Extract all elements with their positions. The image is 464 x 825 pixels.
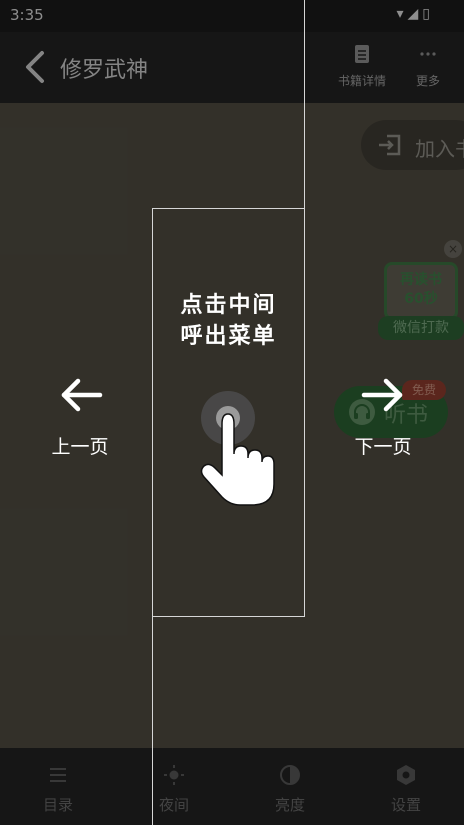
center-hint: 点击中间 呼出菜单	[152, 290, 305, 352]
guide-line-bottom	[152, 617, 153, 825]
left-arrow-icon	[61, 378, 103, 412]
center-hint-line1: 点击中间	[180, 293, 277, 318]
center-hint-line2: 呼出菜单	[180, 324, 277, 349]
prev-page-label: 上一页	[51, 436, 109, 458]
guide-line-top	[304, 0, 305, 208]
next-page-label: 下一页	[354, 436, 412, 458]
right-arrow-icon	[361, 378, 403, 412]
tap-hand-icon	[200, 391, 275, 506]
